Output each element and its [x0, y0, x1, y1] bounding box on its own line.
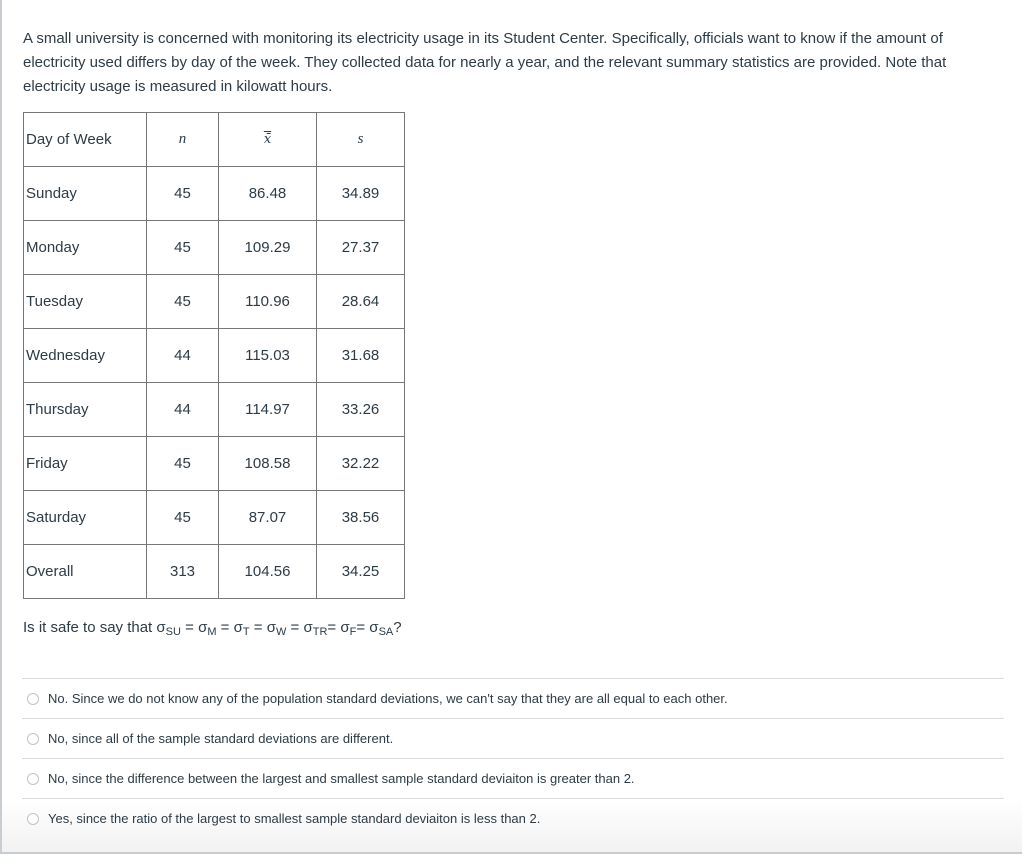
table-row: Monday 45 109.29 27.37: [23, 220, 405, 275]
table-row: Overall 313 104.56 34.25: [23, 544, 405, 599]
cell-s: 38.56: [316, 490, 405, 545]
sigma-symbol: σSA: [369, 619, 394, 638]
cell-mean: 115.03: [218, 328, 317, 383]
equals-sign: =: [216, 619, 234, 636]
table-row: Tuesday 45 110.96 28.64: [23, 274, 405, 329]
cell-mean: 86.48: [218, 166, 317, 221]
table-row: Wednesday 44 115.03 31.68: [23, 328, 405, 383]
answer-label: No, since the difference between the lar…: [48, 771, 635, 786]
cell-n: 313: [146, 544, 219, 599]
sigma-subscript: W: [275, 626, 287, 638]
question-text: Is it safe to say that σSU = σM = σT = σ…: [23, 619, 402, 638]
cell-s: 28.64: [316, 274, 405, 329]
cell-n: 45: [146, 490, 219, 545]
cell-day: Wednesday: [23, 328, 147, 383]
sigma-subscript: T: [242, 626, 250, 638]
sigma-symbol: σW: [266, 619, 287, 638]
sigma-symbol: σF: [340, 619, 357, 638]
cell-mean: 114.97: [218, 382, 317, 437]
sigma-subscript: SA: [378, 626, 394, 638]
answer-label: No, since all of the sample standard dev…: [48, 731, 394, 746]
cell-n: 45: [146, 436, 219, 491]
answer-option[interactable]: No, since the difference between the lar…: [22, 758, 1004, 798]
header-n: n: [146, 112, 219, 167]
cell-n: 44: [146, 328, 219, 383]
cell-mean: 104.56: [218, 544, 317, 599]
cell-n: 45: [146, 166, 219, 221]
cell-n: 45: [146, 274, 219, 329]
question-prompt: A small university is concerned with mon…: [23, 30, 947, 95]
cell-mean: 108.58: [218, 436, 317, 491]
header-day-of-week: Day of Week: [23, 112, 147, 167]
cell-day: Thursday: [23, 382, 147, 437]
answer-label: No. Since we do not know any of the popu…: [48, 691, 728, 706]
radio-button[interactable]: [27, 772, 39, 785]
cell-s: 27.37: [316, 220, 405, 275]
sigma-symbol: σTR: [303, 619, 328, 638]
table-row: Friday 45 108.58 32.22: [23, 436, 405, 491]
equals-sign: =: [286, 619, 304, 636]
summary-statistics-table: Day of Week n x̄ s Sunday 45 86.48 34.89…: [23, 112, 405, 599]
equals-sign: =: [180, 619, 199, 636]
equals-sign: =: [327, 619, 341, 636]
sigma-subscript: TR: [312, 626, 328, 638]
radio-button[interactable]: [27, 732, 39, 745]
cell-day: Overall: [23, 544, 147, 599]
equals-sign: =: [249, 619, 267, 636]
cell-day: Tuesday: [23, 274, 147, 329]
answer-label: Yes, since the ratio of the largest to s…: [48, 811, 541, 826]
sigma-subscript: M: [207, 626, 217, 638]
cell-s: 33.26: [316, 382, 405, 437]
cell-mean: 110.96: [218, 274, 317, 329]
cell-mean: 109.29: [218, 220, 317, 275]
cell-n: 44: [146, 382, 219, 437]
cell-n: 45: [146, 220, 219, 275]
sigma-symbol: σT: [233, 619, 250, 638]
cell-day: Sunday: [23, 166, 147, 221]
cell-day: Monday: [23, 220, 147, 275]
sigma-subscript: SU: [165, 626, 181, 638]
answer-option[interactable]: Yes, since the ratio of the largest to s…: [22, 798, 1004, 838]
answer-option[interactable]: No, since all of the sample standard dev…: [22, 718, 1004, 758]
table-header-row: Day of Week n x̄ s: [23, 112, 405, 167]
cell-s: 31.68: [316, 328, 405, 383]
radio-button[interactable]: [27, 812, 39, 825]
cell-day: Friday: [23, 436, 147, 491]
header-s: s: [316, 112, 405, 167]
sigma-symbol: σM: [198, 619, 217, 638]
sigma-equality: σSU = σM = σT = σW = σTR= σF= σSA: [156, 619, 394, 638]
cell-day: Saturday: [23, 490, 147, 545]
question-suffix: ?: [393, 619, 402, 636]
cell-mean: 87.07: [218, 490, 317, 545]
question-prefix: Is it safe to say that: [23, 619, 157, 636]
sigma-symbol: σSU: [156, 619, 181, 638]
radio-button[interactable]: [27, 692, 39, 705]
answer-choices: No. Since we do not know any of the popu…: [22, 678, 1004, 838]
table-row: Saturday 45 87.07 38.56: [23, 490, 405, 545]
cell-s: 34.89: [316, 166, 405, 221]
header-mean: x̄: [218, 112, 317, 167]
table-row: Sunday 45 86.48 34.89: [23, 166, 405, 221]
table-row: Thursday 44 114.97 33.26: [23, 382, 405, 437]
answer-option[interactable]: No. Since we do not know any of the popu…: [22, 678, 1004, 718]
equals-sign: =: [356, 619, 370, 636]
cell-s: 34.25: [316, 544, 405, 599]
cell-s: 32.22: [316, 436, 405, 491]
